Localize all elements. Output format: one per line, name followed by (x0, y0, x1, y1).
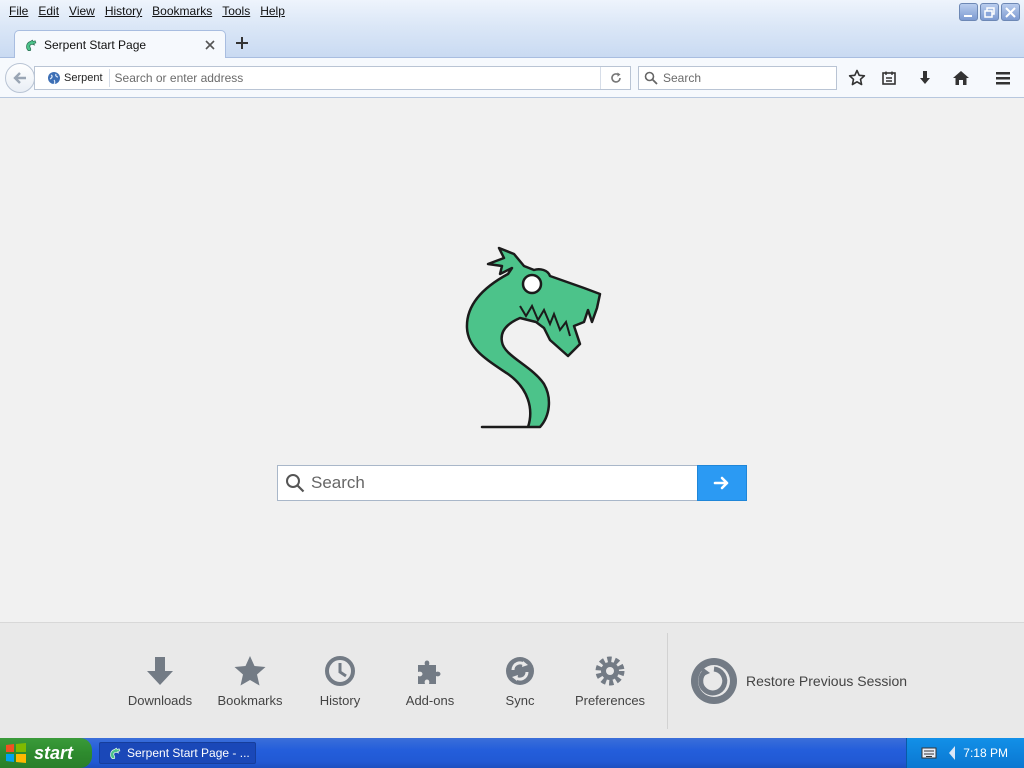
downloads-button[interactable] (915, 68, 935, 88)
taskbar-item-serpent[interactable]: Serpent Start Page - ... (99, 742, 256, 764)
launcher-label: History (319, 693, 361, 708)
launcher-label: Sync (505, 693, 535, 708)
launcher-bar: Downloads Bookmarks History Add-ons Sync… (0, 622, 1024, 738)
star-icon (234, 656, 266, 686)
menu-edit[interactable]: Edit (33, 1, 64, 21)
menu-help[interactable]: Help (255, 1, 290, 21)
launcher-bookmarks[interactable]: Bookmarks (205, 653, 295, 713)
arrow-right-icon (713, 476, 729, 490)
launcher-label: Preferences (574, 693, 646, 708)
menu-bookmarks[interactable]: Bookmarks (147, 1, 217, 21)
puzzle-icon (418, 660, 441, 684)
search-icon (644, 71, 658, 85)
launcher-add-ons[interactable]: Add-ons (385, 653, 475, 713)
restore-window-icon (984, 6, 995, 18)
tab-close-icon[interactable] (204, 39, 216, 51)
gear-icon (595, 656, 625, 686)
window-controls (959, 3, 1020, 21)
serpent-favicon-icon (26, 39, 37, 51)
launcher-downloads[interactable]: Downloads (115, 653, 205, 713)
reload-button[interactable] (600, 67, 630, 89)
download-icon (147, 657, 173, 685)
taskbar-item-label: Serpent Start Page - ... (127, 746, 250, 760)
globe-icon (48, 72, 60, 85)
launcher-sync[interactable]: Sync (475, 653, 565, 713)
download-icon (920, 71, 930, 84)
minimize-icon (964, 14, 972, 17)
menu-icon (996, 72, 1010, 85)
menu-file[interactable]: File (4, 1, 33, 21)
start-page-search (277, 465, 747, 501)
tab-strip: Serpent Start Page (0, 26, 1024, 59)
minimize-button[interactable] (959, 3, 978, 21)
launcher-label: Bookmarks (217, 693, 283, 708)
sync-icon (506, 657, 534, 685)
close-icon (1005, 6, 1016, 18)
home-icon (953, 71, 969, 85)
menu-button[interactable] (993, 68, 1013, 88)
star-icon (848, 69, 866, 86)
identity-box[interactable]: Serpent (39, 69, 110, 87)
launcher-divider (667, 633, 668, 729)
title-bar: File Edit View History Bookmarks Tools H… (0, 0, 1024, 26)
start-label: start (34, 742, 74, 763)
start-page-content (0, 99, 1024, 622)
url-input[interactable] (109, 71, 590, 85)
keyboard-icon[interactable] (921, 746, 937, 760)
toolbar-search-box[interactable] (638, 66, 837, 90)
restore-session-label: Restore Previous Session (746, 673, 908, 689)
tray-expand-icon[interactable] (947, 745, 957, 761)
menu-view[interactable]: View (64, 1, 100, 21)
restore-session-button[interactable]: Restore Previous Session (690, 657, 907, 705)
restore-window-button[interactable] (980, 3, 999, 21)
serpent-logo-icon (465, 246, 602, 429)
clock-icon (325, 656, 355, 686)
search-icon (286, 474, 305, 493)
reading-list-icon (882, 71, 896, 85)
menu-tools[interactable]: Tools (217, 1, 255, 21)
launcher-label: Add-ons (405, 693, 455, 708)
tab-serpent-start-page[interactable]: Serpent Start Page (14, 30, 226, 59)
start-button[interactable]: start (0, 738, 92, 768)
url-bar[interactable]: Serpent (34, 66, 631, 90)
toolbar-search-input[interactable] (663, 71, 833, 85)
bookmark-star-button[interactable] (847, 68, 867, 88)
reading-list-button[interactable] (879, 68, 899, 88)
launcher-preferences[interactable]: Preferences (565, 653, 655, 713)
back-button[interactable] (5, 63, 35, 93)
restore-session-icon (691, 658, 737, 704)
identity-label: Serpent (64, 72, 103, 84)
windows-logo-icon (6, 743, 26, 763)
taskbar-clock: 7:18 PM (963, 746, 1008, 760)
tab-title: Serpent Start Page (44, 38, 147, 52)
home-button[interactable] (951, 68, 971, 88)
menu-history[interactable]: History (100, 1, 147, 21)
start-page-search-box[interactable] (277, 465, 698, 501)
new-tab-icon[interactable] (234, 35, 250, 51)
taskbar: start Serpent Start Page - ... 7:18 PM (0, 738, 1024, 768)
serpent-favicon-icon (110, 747, 121, 759)
system-tray: 7:18 PM (906, 738, 1024, 768)
menu-bar: File Edit View History Bookmarks Tools H… (0, 0, 290, 22)
reload-icon (610, 72, 621, 83)
search-go-button[interactable] (697, 465, 747, 501)
launcher-history[interactable]: History (295, 653, 385, 713)
back-arrow-icon (13, 72, 26, 84)
launcher-label: Downloads (127, 693, 193, 708)
close-window-button[interactable] (1001, 3, 1020, 21)
start-page-search-input[interactable] (311, 473, 691, 493)
navigation-toolbar: Serpent (0, 58, 1024, 98)
